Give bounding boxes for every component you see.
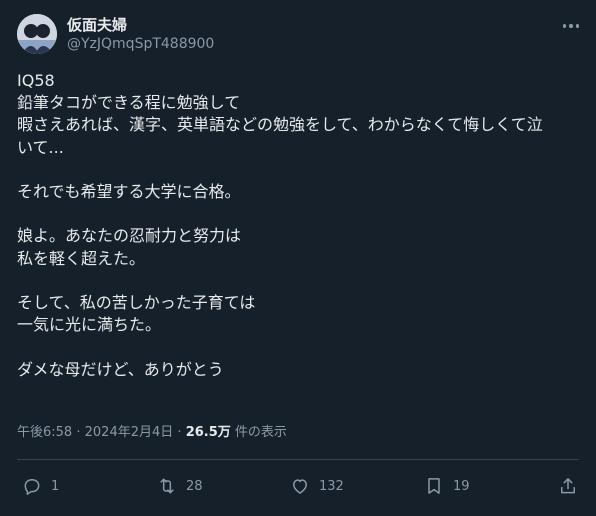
post-text: IQ58 鉛筆タコができる程に勉強して 暇さえあれば、漢字、英単語などの勉強をし… bbox=[17, 70, 582, 381]
post-header: 仮面夫婦 @YzJQmqSpT488900 bbox=[17, 14, 582, 58]
divider bbox=[17, 459, 579, 460]
more-icon[interactable] bbox=[560, 17, 582, 35]
more-dot bbox=[569, 24, 573, 28]
avatar[interactable] bbox=[17, 14, 57, 54]
bookmark-icon bbox=[424, 476, 444, 496]
post-line: いて... bbox=[17, 137, 64, 157]
post-line: それでも希望する大学に合格。 bbox=[17, 182, 241, 201]
like-icon bbox=[290, 476, 310, 496]
post-line: 一気に光に満ちた。 bbox=[17, 315, 162, 335]
meta-separator: · bbox=[76, 425, 81, 440]
avatar-image bbox=[17, 14, 57, 54]
reply-button[interactable]: 1 bbox=[22, 472, 59, 500]
views-count: 26.5万 bbox=[185, 425, 231, 440]
post-line bbox=[17, 159, 582, 181]
views-label: 件の表示 bbox=[234, 425, 287, 440]
post-line bbox=[17, 270, 582, 292]
display-name[interactable]: 仮面夫婦 bbox=[67, 15, 214, 35]
more-dot bbox=[575, 24, 580, 28]
author-names: 仮面夫婦 @YzJQmqSpT488900 bbox=[67, 15, 214, 54]
post-date[interactable]: 2024年2月4日 bbox=[85, 425, 174, 440]
user-handle[interactable]: @YzJQmqSpT488900 bbox=[67, 35, 214, 54]
post-card: 仮面夫婦 @YzJQmqSpT488900 IQ58 鉛筆タコができる程に勉強し… bbox=[0, 0, 596, 516]
action-bar: 1 28 132 19 bbox=[0, 472, 596, 500]
repost-count: 28 bbox=[186, 478, 203, 494]
reply-icon bbox=[22, 476, 42, 496]
post-line bbox=[17, 203, 582, 225]
meta-separator: · bbox=[177, 425, 182, 440]
bookmark-count: 19 bbox=[453, 478, 470, 494]
post-line: ダメな母だけど、ありがとう bbox=[17, 359, 224, 379]
share-icon bbox=[558, 476, 578, 496]
like-count: 132 bbox=[319, 478, 344, 494]
post-line: 暇さえあれば、漢字、英単語などの勉強をして、わからなくて悔しくて泣 bbox=[17, 115, 543, 135]
post-time[interactable]: 午後6:58 bbox=[17, 425, 72, 440]
post-line: 私を軽く超えた。 bbox=[17, 248, 146, 268]
post-line: 鉛筆タコができる程に勉強して bbox=[17, 93, 241, 113]
reply-count: 1 bbox=[51, 478, 60, 494]
post-line: そして、私の苦しかった子育ては bbox=[17, 292, 256, 312]
post-meta: 午後6:58 · 2024年2月4日 · 26.5万 件の表示 bbox=[17, 423, 287, 443]
bookmark-button[interactable]: 19 bbox=[424, 472, 470, 500]
post-line bbox=[17, 336, 582, 358]
more-dot bbox=[562, 24, 567, 28]
repost-icon bbox=[157, 476, 177, 496]
like-button[interactable]: 132 bbox=[290, 472, 344, 500]
share-button[interactable] bbox=[558, 472, 578, 500]
post-line: IQ58 bbox=[17, 71, 55, 90]
repost-button[interactable]: 28 bbox=[157, 472, 203, 500]
post-line: 娘よ。あなたの忍耐力と努力は bbox=[17, 226, 242, 246]
